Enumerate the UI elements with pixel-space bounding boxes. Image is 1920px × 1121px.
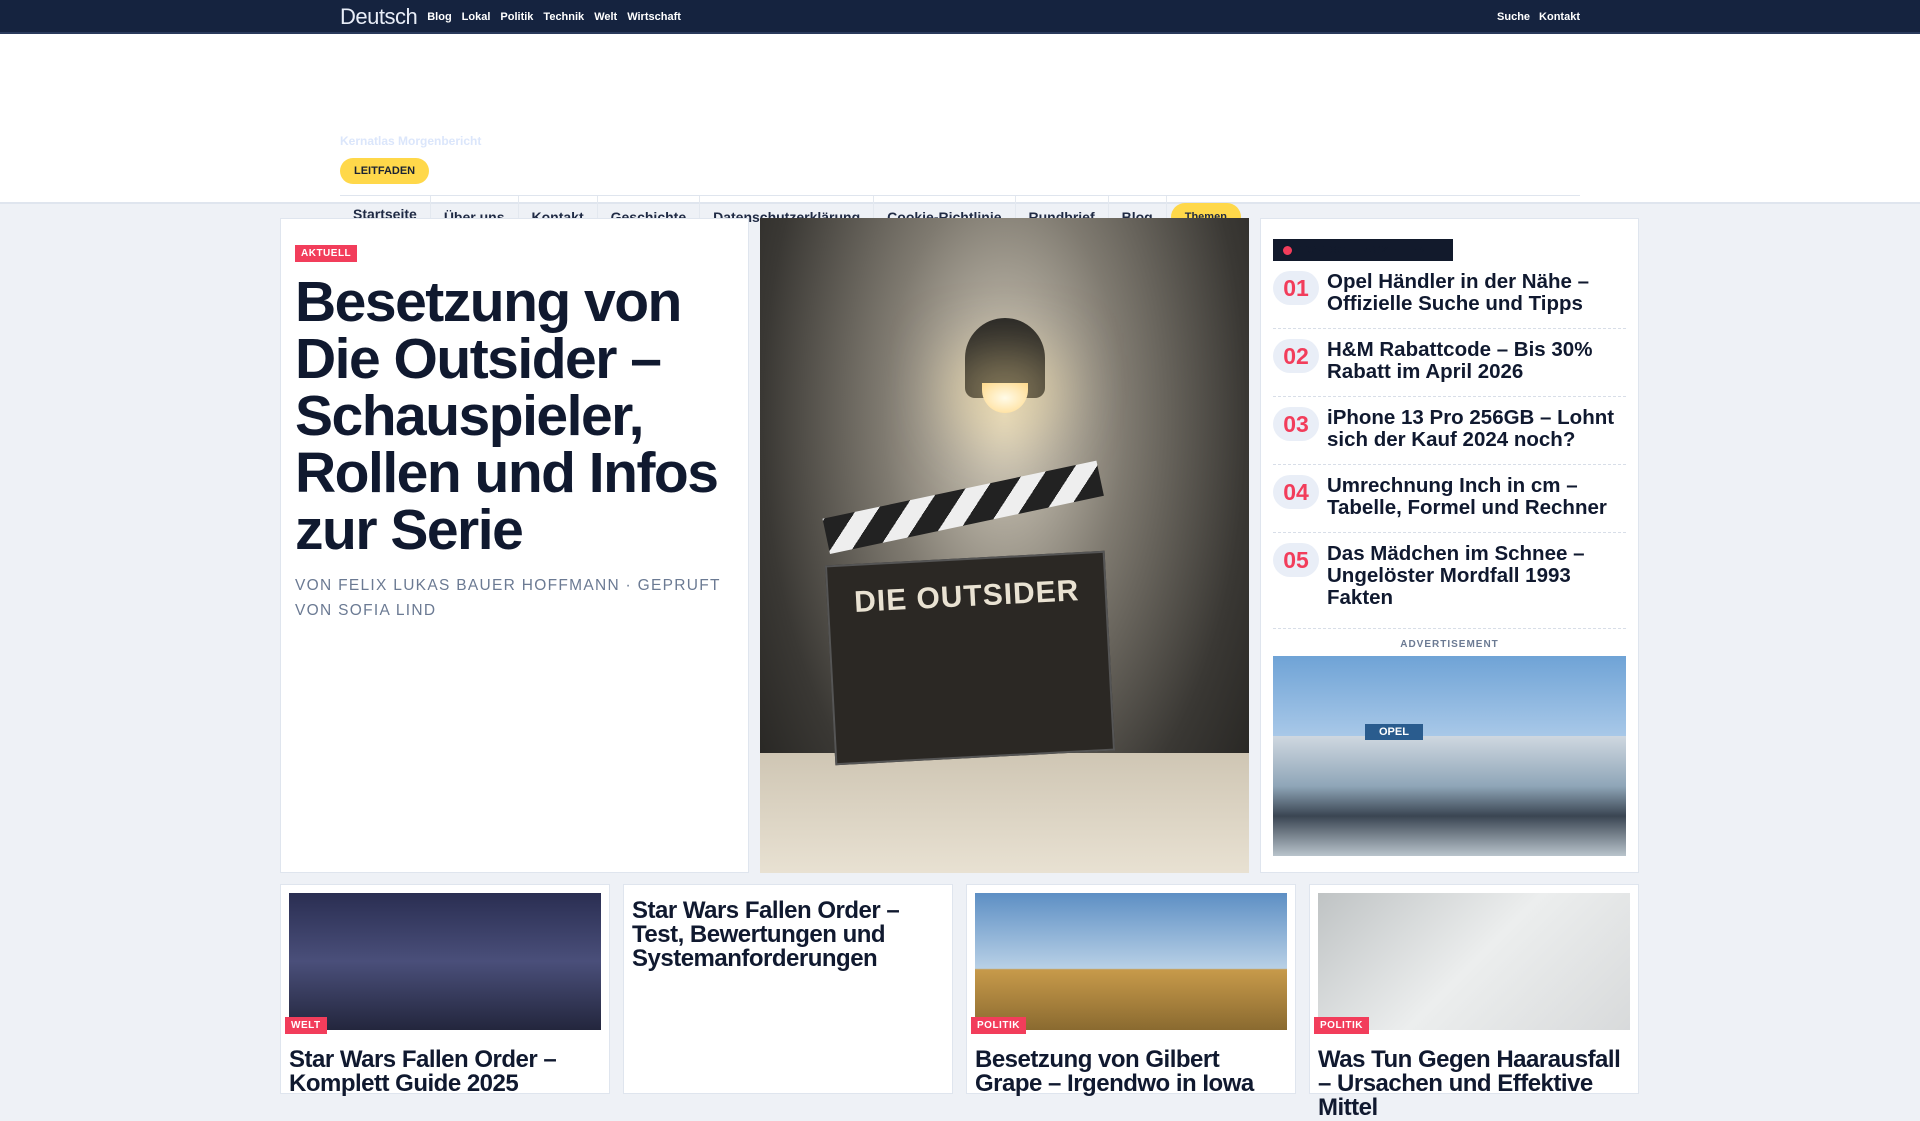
top-link-politik[interactable]: Politik xyxy=(500,11,533,23)
headline-item[interactable]: 02 H&M Rabattcode – Bis 30% Rabatt im Apr… xyxy=(1273,329,1626,397)
card-title[interactable]: Was Tun Gegen Haarausfall – Ursachen und… xyxy=(1318,1048,1630,1120)
rank-number: 05 xyxy=(1273,543,1319,577)
tagline: Kernatlas Morgenbericht xyxy=(340,134,482,148)
papers-shape xyxy=(760,753,1249,873)
top-link-welt[interactable]: Welt xyxy=(594,11,617,23)
article-card[interactable]: Star Wars Fallen Order – Test, Bewertung… xyxy=(623,884,953,1094)
ad-label: ADVERTISEMENT xyxy=(1400,639,1499,650)
card-title[interactable]: Besetzung von Gilbert Grape – Irgendwo i… xyxy=(975,1048,1287,1096)
search-link[interactable]: Suche xyxy=(1497,11,1530,23)
hero-article[interactable]: AKTUELL Besetzung von Die Outsider – Sch… xyxy=(280,218,749,873)
rank-number: 01 xyxy=(1273,271,1319,305)
headline-title[interactable]: iPhone 13 Pro 256GB – Lohnt sich der Kau… xyxy=(1327,407,1626,454)
article-card[interactable]: WELT Star Wars Fallen Order – Komplett G… xyxy=(280,884,610,1096)
sidebar-heading: TOP SCHLAGZEILEN xyxy=(1273,239,1453,261)
byline: VON FELIX LUKAS BAUER HOFFMANN · GEPRUFT… xyxy=(295,577,721,619)
dot-icon xyxy=(1283,245,1292,255)
headline-item[interactable]: 05 Das Mädchen im Schnee – Ungelöster Mor… xyxy=(1273,533,1626,629)
hero-image[interactable]: DIE OUTSIDER xyxy=(760,218,1249,873)
article-card[interactable]: POLITIK Besetzung von Gilbert Grape – Ir… xyxy=(966,884,1296,1096)
sidebar-heading-text: TOP SCHLAGZEILEN xyxy=(1300,244,1427,256)
headline-item[interactable]: 01 Opel Händler in der Nähe – Offizielle … xyxy=(1273,261,1626,329)
headline-title[interactable]: Umrechnung Inch in cm – Tabelle, Formel … xyxy=(1327,475,1626,522)
hero-title[interactable]: Besetzung von Die Outsider – Schauspiele… xyxy=(295,274,734,559)
card-title[interactable]: Star Wars Fallen Order – Test, Bewertung… xyxy=(632,899,944,971)
rank-number: 04 xyxy=(1273,475,1319,509)
ad-image[interactable]: OPEL xyxy=(1273,656,1626,856)
card-image[interactable]: POLITIK xyxy=(1314,893,1630,1034)
card-image[interactable]: WELT xyxy=(285,893,601,1034)
top-link-technik[interactable]: Technik xyxy=(543,11,584,23)
clapperboard-text: DIE OUTSIDER xyxy=(853,574,1081,619)
headline-title[interactable]: H&M Rabattcode – Bis 30% Rabatt im April… xyxy=(1327,339,1626,386)
category-badge: POLITIK xyxy=(1314,1017,1369,1034)
card-title[interactable]: Star Wars Fallen Order – Komplett Guide … xyxy=(289,1048,601,1096)
rank-number: 02 xyxy=(1273,339,1319,373)
article-card[interactable]: POLITIK Was Tun Gegen Haarausfall – Ursa… xyxy=(1309,884,1639,1120)
category-badge: AKTUELL xyxy=(295,245,358,262)
headline-item[interactable]: 03 iPhone 13 Pro 256GB – Lohnt sich der K… xyxy=(1273,397,1626,465)
headline-title[interactable]: Das Mädchen im Schnee – Ungelöster Mordf… xyxy=(1327,543,1626,618)
leitfaden-button[interactable]: LEITFADEN xyxy=(340,158,430,184)
category-badge: POLITIK xyxy=(971,1017,1026,1034)
rank-number: 03 xyxy=(1273,407,1319,441)
top-headlines-sidebar: TOP SCHLAGZEILEN 01 Opel Händler in der N… xyxy=(1260,218,1639,873)
top-link-wirtschaft[interactable]: Wirtschaft xyxy=(627,11,681,23)
headline-item[interactable]: 04 Umrechnung Inch in cm – Tabelle, Forme… xyxy=(1273,465,1626,533)
category-badge: WELT xyxy=(285,1017,327,1034)
headline-title[interactable]: Opel Händler in der Nähe – Offizielle Su… xyxy=(1327,271,1626,318)
top-bar: Deutsch Blog Lokal Politik Technik Welt … xyxy=(0,0,1920,34)
card-image[interactable]: POLITIK xyxy=(971,893,1287,1034)
clapper-bar xyxy=(822,460,1104,554)
site-logo[interactable]: Deutsch xyxy=(340,4,418,30)
top-link-lokal[interactable]: Lokal xyxy=(462,11,491,23)
site-header: Kernatlas Morgenbericht LEITFADEN Starts… xyxy=(0,34,1920,238)
ad-brand: OPEL xyxy=(1365,724,1423,740)
bulb-shape xyxy=(982,383,1028,413)
contact-link[interactable]: Kontakt xyxy=(1539,11,1580,23)
top-link-blog[interactable]: Blog xyxy=(427,11,451,23)
clapperboard: DIE OUTSIDER xyxy=(824,550,1116,766)
